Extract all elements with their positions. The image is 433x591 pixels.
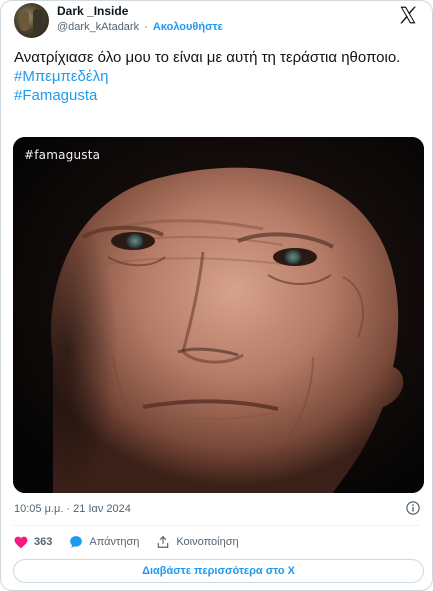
read-more-button[interactable]: Διαβάστε περισσότερα στο X [13, 559, 424, 583]
avatar-figure-left [20, 11, 29, 31]
follow-button[interactable]: Ακολουθήστε [153, 21, 223, 33]
embedded-tweet-card: Dark _Inside @dark_kAtadark · Ακολουθήστ… [0, 0, 433, 591]
action-bar: 363 Απάντηση Κοινοποίηση [14, 533, 256, 551]
reply-button[interactable]: Απάντηση [69, 535, 139, 549]
author-meta-row: @dark_kAtadark · Ακολουθήστε [57, 21, 223, 33]
like-count: 363 [34, 536, 53, 548]
share-icon [158, 535, 169, 548]
tweet-timestamp[interactable]: 10:05 μ.μ. · 21 Ιαν 2024 [14, 503, 131, 515]
divider [13, 525, 420, 526]
author-avatar[interactable] [14, 3, 49, 38]
separator-dot: · [144, 21, 148, 33]
share-button[interactable]: Κοινοποίηση [156, 535, 239, 549]
hashtag-link[interactable]: #Famagusta [14, 86, 414, 105]
tweet-media-image[interactable]: #famagusta [13, 137, 424, 493]
heart-icon [14, 536, 28, 548]
media-watermark: #famagusta [24, 148, 101, 162]
author-display-name[interactable]: Dark _Inside [57, 4, 128, 18]
share-label: Κοινοποίηση [176, 536, 239, 548]
tweet-text: Ανατρίχιασε όλο μου το είναι με αυτή τη … [14, 48, 414, 105]
tweet-body: Ανατρίχιασε όλο μου το είναι με αυτή τη … [14, 49, 401, 66]
x-logo-icon[interactable] [398, 5, 418, 25]
reply-label: Απάντηση [89, 536, 140, 548]
author-handle[interactable]: @dark_kAtadark [57, 21, 139, 33]
reply-bubble-icon [70, 536, 83, 548]
like-button[interactable]: 363 [14, 536, 52, 549]
info-icon[interactable] [406, 501, 420, 515]
hashtag-link[interactable]: #Μπεμπεδέλη [14, 67, 414, 86]
avatar-figure-right [33, 9, 43, 33]
portrait-image [13, 137, 424, 493]
